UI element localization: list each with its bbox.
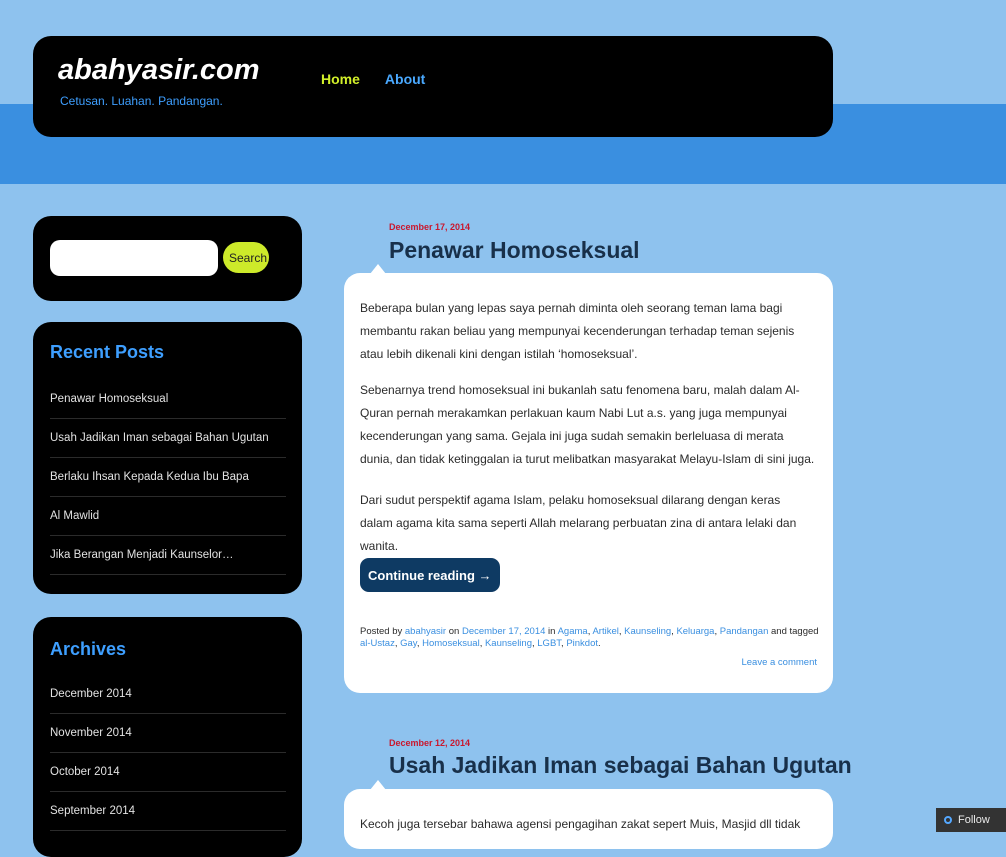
continue-reading-button[interactable]: Continue reading → (360, 558, 500, 592)
archive-link[interactable]: November 2014 (50, 714, 286, 753)
archive-link[interactable]: September 2014 (50, 792, 286, 831)
tag-link[interactable]: Pinkdot (566, 638, 598, 649)
nav-about[interactable]: About (385, 71, 425, 87)
archive-link[interactable]: October 2014 (50, 753, 286, 792)
tag-link[interactable]: Kaunseling (485, 638, 532, 649)
post-footer-meta: Posted by abahyasir on December 17, 2014… (360, 626, 819, 649)
post-title[interactable]: Usah Jadikan Iman sebagai Bahan Ugutan (389, 752, 852, 779)
post-paragraph: Sebenarnya trend homoseksual ini bukanla… (360, 383, 815, 466)
category-link[interactable]: Kaunseling (624, 626, 671, 637)
archives-list: December 2014 November 2014 October 2014… (50, 675, 286, 831)
recent-posts-title: Recent Posts (50, 342, 165, 362)
recent-post-link[interactable]: Jika Berangan Menjadi Kaunselor… (50, 536, 286, 575)
date-link[interactable]: December 17, 2014 (462, 626, 545, 637)
site-title[interactable]: abahyasir.com (58, 54, 260, 87)
category-link[interactable]: Agama (558, 626, 588, 637)
tag-link[interactable]: LGBT (537, 638, 561, 649)
archives-widget: Archives December 2014 November 2014 Oct… (33, 617, 302, 857)
category-link[interactable]: Keluarga (676, 626, 714, 637)
recent-post-link[interactable]: Penawar Homoseksual (50, 380, 286, 419)
search-button[interactable]: Search (223, 242, 269, 273)
recent-post-link[interactable]: Usah Jadikan Iman sebagai Bahan Ugutan (50, 419, 286, 458)
main-nav: Home About (321, 71, 425, 87)
nav-home[interactable]: Home (321, 71, 360, 87)
leave-comment-link[interactable]: Leave a comment (741, 657, 817, 668)
meta-end-punct: . (598, 638, 601, 649)
recent-posts-list: Penawar Homoseksual Usah Jadikan Iman se… (50, 380, 286, 575)
post-card: Beberapa bulan yang lepas saya pernah di… (344, 264, 833, 693)
search-input[interactable] (50, 240, 218, 276)
tag-link[interactable]: Gay (400, 638, 417, 649)
recent-posts-widget: Recent Posts Penawar Homoseksual Usah Ja… (33, 322, 302, 594)
post-paragraph: Dari sudut perspektif agama Islam, pelak… (360, 493, 797, 553)
post-date[interactable]: December 17, 2014 (389, 222, 470, 232)
post-title[interactable]: Penawar Homoseksual (389, 237, 640, 264)
follow-label: Follow (958, 814, 990, 826)
and-tagged-label: and tagged (771, 626, 819, 637)
recent-post-link[interactable]: Berlaku Ihsan Kepada Kedua Ibu Bapa (50, 458, 286, 497)
follow-icon (944, 816, 952, 824)
archive-link[interactable]: December 2014 (50, 675, 286, 714)
post-card-notch (370, 780, 386, 790)
author-link[interactable]: abahyasir (405, 626, 446, 637)
tag-link[interactable]: al-Ustaz (360, 638, 395, 649)
post-paragraph: Kecoh juga tersebar bahawa agensi pengag… (360, 817, 801, 831)
category-link[interactable]: Pandangan (720, 626, 769, 637)
recent-post-link[interactable]: Al Mawlid (50, 497, 286, 536)
category-link[interactable]: Artikel (592, 626, 618, 637)
post-card: Kecoh juga tersebar bahawa agensi pengag… (344, 780, 833, 849)
post-card-notch (370, 264, 386, 274)
post-date[interactable]: December 12, 2014 (389, 738, 470, 748)
archives-title: Archives (50, 639, 127, 659)
site-header: abahyasir.com Cetusan. Luahan. Pandangan… (33, 36, 833, 137)
on-label: on (448, 626, 460, 637)
post-paragraph: Beberapa bulan yang lepas saya pernah di… (360, 301, 795, 361)
posted-by-label: Posted by (360, 626, 403, 637)
in-label: in (548, 626, 556, 637)
search-widget: Search (33, 216, 302, 301)
site-tagline: Cetusan. Luahan. Pandangan. (60, 94, 223, 108)
follow-button[interactable]: Follow (936, 808, 1006, 832)
tag-link[interactable]: Homoseksual (422, 638, 480, 649)
